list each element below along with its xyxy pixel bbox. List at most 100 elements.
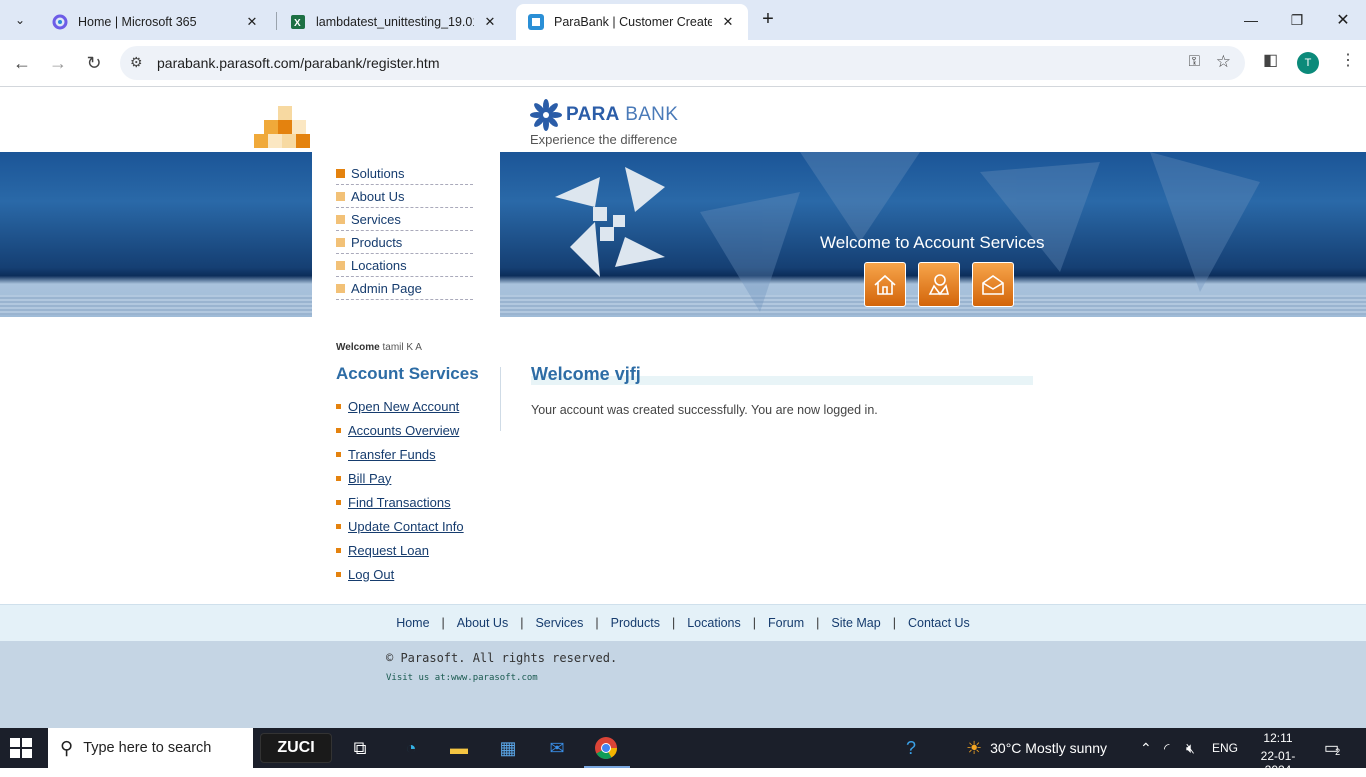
search-placeholder: Type here to search: [83, 740, 212, 756]
contact-icon: [928, 273, 950, 295]
list-item: Log Out: [336, 562, 464, 586]
restore-icon[interactable]: ❐: [1274, 0, 1320, 40]
microsoft-store-icon[interactable]: ▦: [495, 736, 521, 760]
microsoft-365-icon: [52, 14, 68, 30]
bullet: [336, 499, 341, 505]
update-contact-info-link[interactable]: Update Contact Info: [348, 519, 464, 534]
tab-microsoft-365[interactable]: Home | Microsoft 365 ✕: [40, 4, 272, 40]
edge-browser-icon[interactable]: ◔: [398, 736, 424, 760]
request-loan-link[interactable]: Request Loan: [348, 543, 429, 558]
mail-quick-button[interactable]: [972, 262, 1014, 307]
transfer-funds-link[interactable]: Transfer Funds: [348, 447, 436, 462]
footer-link-locations[interactable]: Locations: [687, 616, 741, 630]
menu-label: Solutions: [351, 165, 405, 181]
clock-time: 12:11: [1263, 731, 1293, 745]
windows-start-icon[interactable]: [10, 738, 32, 758]
accounts-overview-link[interactable]: Accounts Overview: [348, 423, 459, 438]
menu-item-locations[interactable]: Locations: [336, 254, 473, 277]
home-icon: [874, 274, 896, 295]
bullet-square: [336, 214, 345, 224]
taskbar-search-box[interactable]: ⚲ Type here to search: [48, 728, 253, 768]
footer-link-products[interactable]: Products: [611, 616, 660, 630]
close-tab-icon[interactable]: ✕: [720, 14, 736, 30]
profile-avatar[interactable]: T: [1297, 52, 1319, 74]
list-item: Open New Account: [336, 394, 464, 418]
password-key-icon[interactable]: ⚿: [1189, 53, 1200, 70]
separator: |: [752, 616, 756, 630]
help-icon[interactable]: ?: [898, 736, 924, 760]
weather-widget[interactable]: ☀ 30°C Mostly sunny: [966, 728, 1107, 768]
contact-quick-button[interactable]: [918, 262, 960, 307]
banner-welcome-text: Welcome to Account Services: [820, 233, 1045, 252]
footer-link-services[interactable]: Services: [535, 616, 583, 630]
menu-label: Products: [351, 234, 403, 250]
tab-strip: ⌄ Home | Microsoft 365 ✕ X lambdatest_un…: [0, 0, 1366, 40]
footer-link-forum[interactable]: Forum: [768, 616, 804, 630]
notifications-button[interactable]: ▭ 2: [1324, 728, 1340, 768]
wifi-icon[interactable]: ◜: [1164, 728, 1169, 768]
bullet: [336, 403, 341, 409]
bullet: [336, 427, 341, 433]
close-window-icon[interactable]: ✕: [1320, 0, 1366, 40]
zuci-systems-logo[interactable]: ZUCI: [260, 733, 332, 763]
home-quick-button[interactable]: [864, 262, 906, 307]
find-transactions-link[interactable]: Find Transactions: [348, 495, 451, 510]
tab-parabank[interactable]: ParaBank | Customer Created ✕: [516, 4, 748, 40]
tab-title: Home | Microsoft 365: [78, 15, 197, 29]
footer-link-home[interactable]: Home: [396, 616, 429, 630]
tab-search-dropdown-icon[interactable]: ⌄: [8, 8, 32, 32]
reload-icon[interactable]: ↻: [79, 48, 109, 78]
menu-item-about-us[interactable]: About Us: [336, 185, 473, 208]
forward-icon[interactable]: →: [43, 48, 73, 78]
minimize-icon[interactable]: —: [1228, 0, 1274, 40]
site-info-icon[interactable]: ⚙: [130, 54, 143, 71]
menu-kebab-icon[interactable]: ⋮: [1340, 50, 1356, 70]
menu-label: Services: [351, 211, 401, 227]
bullet-square: [336, 260, 345, 270]
tray-overflow-icon[interactable]: ⌃: [1140, 728, 1152, 768]
menu-item-solutions[interactable]: Solutions: [336, 162, 473, 185]
tab-excel[interactable]: X lambdatest_unittesting_19.01.2 ✕: [278, 4, 510, 40]
footer-link-contact-us[interactable]: Contact Us: [908, 616, 970, 630]
bookmark-star-icon[interactable]: ☆: [1216, 52, 1231, 72]
bullet: [336, 475, 341, 481]
volume-muted-icon[interactable]: 🔇︎: [1186, 728, 1195, 768]
file-explorer-icon[interactable]: ▬: [446, 736, 472, 760]
side-panel-icon[interactable]: ◧: [1263, 50, 1278, 70]
back-icon[interactable]: ←: [7, 48, 37, 78]
footer-link-site-map[interactable]: Site Map: [831, 616, 880, 630]
bullet-square: [336, 237, 345, 247]
top-menu-panel: Solutions About Us Services Products Loc…: [312, 152, 500, 337]
bill-pay-link[interactable]: Bill Pay: [348, 471, 391, 486]
log-out-link[interactable]: Log Out: [348, 567, 394, 582]
menu-item-admin-page[interactable]: Admin Page: [336, 277, 473, 300]
browser-chrome: ⌄ Home | Microsoft 365 ✕ X lambdatest_un…: [0, 0, 1366, 87]
parabank-icon: [528, 14, 544, 30]
separator: |: [671, 616, 676, 630]
footer-link-about-us[interactable]: About Us: [457, 616, 508, 630]
new-tab-button[interactable]: +: [756, 8, 780, 32]
bullet: [336, 451, 341, 457]
search-icon: ⚲: [60, 737, 74, 758]
open-new-account-link[interactable]: Open New Account: [348, 399, 459, 414]
clock[interactable]: 12:11 22-01-2024: [1248, 731, 1308, 777]
menu-item-products[interactable]: Products: [336, 231, 473, 254]
address-bar[interactable]: ⚙ parabank.parasoft.com/parabank/registe…: [120, 46, 1245, 80]
account-sidebar: Welcome tamil K A Account Services Open …: [312, 337, 500, 602]
welcome-label: Welcome: [336, 342, 380, 353]
menu-item-services[interactable]: Services: [336, 208, 473, 231]
page-title: Welcome vjfj: [531, 364, 641, 384]
language-indicator[interactable]: ENG: [1212, 728, 1238, 768]
parabank-logo[interactable]: PARA BANK: [530, 99, 678, 131]
visit-link[interactable]: Visit us at:www.parasoft.com: [386, 673, 538, 683]
task-view-icon[interactable]: ⧉: [347, 736, 373, 760]
excel-icon: X: [291, 15, 305, 29]
footer-nav: Home | About Us | Services | Products | Loca…: [0, 604, 1366, 641]
chrome-icon[interactable]: [593, 736, 619, 760]
close-tab-icon[interactable]: ✕: [244, 14, 260, 30]
bullet-square: [336, 283, 345, 293]
close-tab-icon[interactable]: ✕: [482, 14, 498, 30]
mail-app-icon[interactable]: ✉: [544, 736, 570, 760]
chrome-logo: [595, 737, 617, 759]
account-services-title: Account Services: [336, 364, 479, 383]
